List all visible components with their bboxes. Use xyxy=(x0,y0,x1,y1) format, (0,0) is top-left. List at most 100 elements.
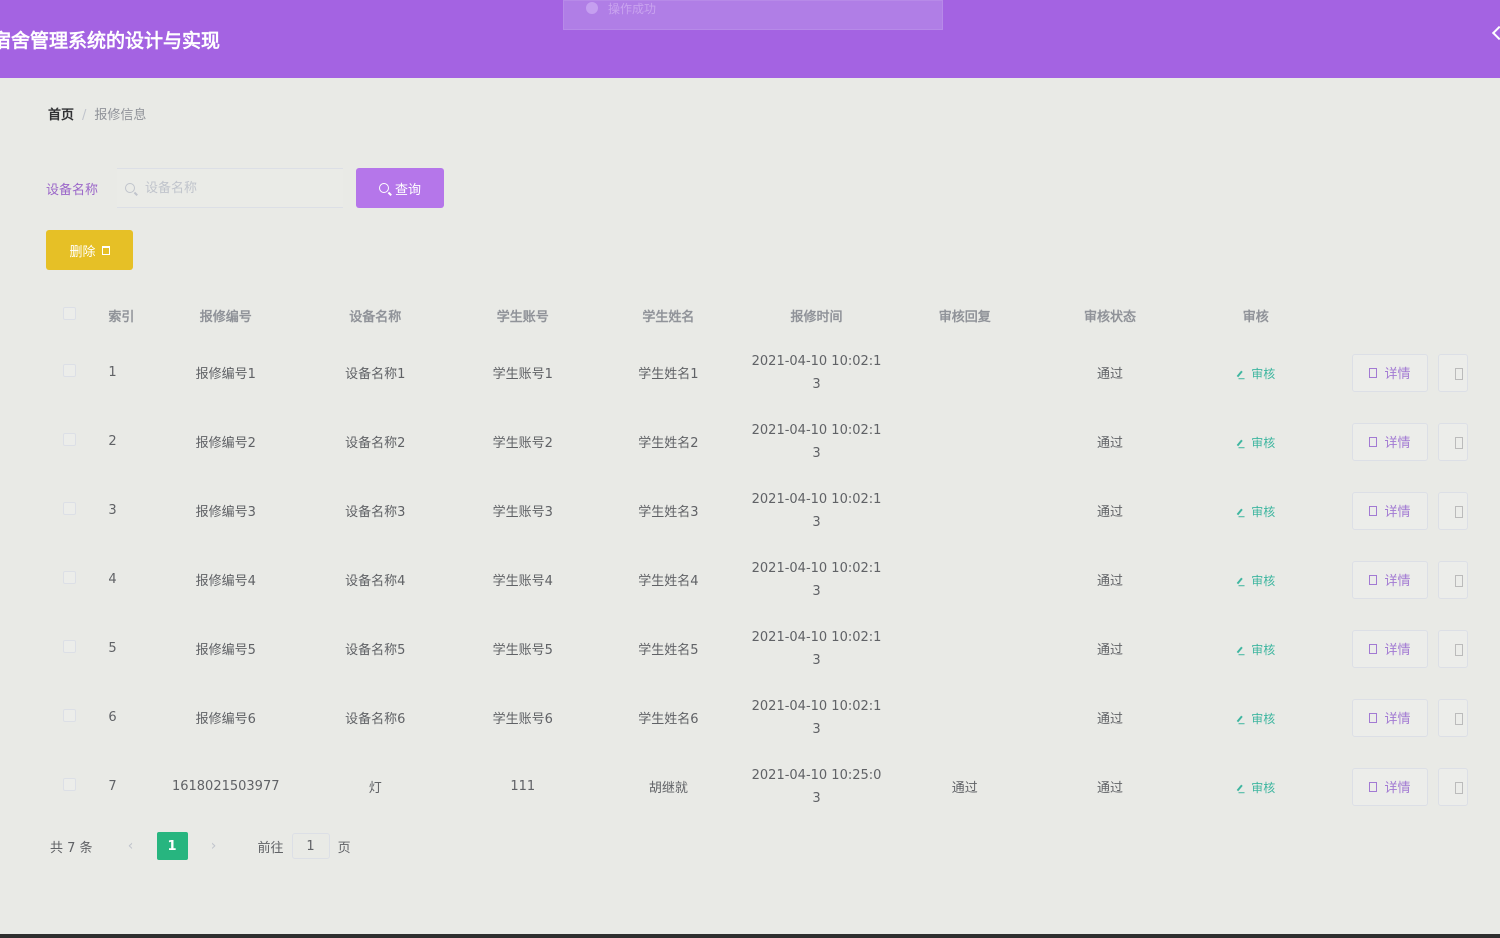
row-checkbox[interactable] xyxy=(62,640,76,653)
cell-reply xyxy=(892,614,1037,683)
breadcrumb-current: 报修信息 xyxy=(94,108,147,123)
table-row: 5 报修编号5 设备名称5 学生账号5 学生姓名5 2021-04-10 10:… xyxy=(46,614,1500,683)
row-checkbox-cell[interactable] xyxy=(46,683,92,752)
cell-device: 设备名称6 xyxy=(345,712,406,727)
pagination-total: 共 7 条 xyxy=(50,840,93,856)
more-action-button[interactable] xyxy=(1437,422,1468,461)
cell-name: 学生姓名1 xyxy=(638,367,699,382)
detail-button-label: 详情 xyxy=(1384,367,1411,382)
detail-button[interactable]: 详情 xyxy=(1351,422,1428,461)
audit-link[interactable]: 审核 xyxy=(1236,779,1275,796)
row-checkbox-cell[interactable] xyxy=(46,752,92,821)
document-icon xyxy=(1368,643,1377,654)
header-arrow-icon[interactable] xyxy=(1491,25,1500,41)
column-header-time: 报修时间 xyxy=(790,309,843,325)
cell-repair-no: 报修编号6 xyxy=(195,712,256,727)
detail-button[interactable]: 详情 xyxy=(1351,491,1428,530)
detail-button[interactable]: 详情 xyxy=(1351,353,1428,392)
search-label: 设备名称 xyxy=(46,183,99,198)
cell-reply xyxy=(892,683,1037,752)
document-icon xyxy=(1368,367,1377,378)
cell-audit: 审核 xyxy=(1183,407,1329,476)
row-checkbox[interactable] xyxy=(62,364,76,377)
cell-name: 学生姓名5 xyxy=(638,643,699,658)
cell-device: 设备名称3 xyxy=(345,505,406,520)
column-header-index: 索引 xyxy=(108,309,135,325)
audit-link-label: 审核 xyxy=(1251,711,1276,726)
cell-repair-no: 报修编号1 xyxy=(195,367,256,382)
cell-detail: 详情 xyxy=(1329,407,1428,476)
prev-page-icon[interactable]: ‹ xyxy=(117,838,145,854)
cell-reply xyxy=(892,407,1037,476)
cell-more xyxy=(1428,407,1500,476)
cell-index: 3 xyxy=(108,503,117,518)
audit-link-label: 审核 xyxy=(1251,780,1276,795)
audit-link[interactable]: 审核 xyxy=(1236,365,1275,382)
table-row: 3 报修编号3 设备名称3 学生账号3 学生姓名3 2021-04-10 10:… xyxy=(46,476,1500,545)
row-checkbox[interactable] xyxy=(62,433,76,446)
detail-button-label: 详情 xyxy=(1384,574,1411,589)
cell-repair-no: 报修编号3 xyxy=(195,505,256,520)
goto-page-input[interactable]: 1 xyxy=(291,833,330,859)
page-number-active[interactable]: 1 xyxy=(156,832,188,860)
query-button-label: 查询 xyxy=(394,182,421,198)
detail-button[interactable]: 详情 xyxy=(1351,698,1428,737)
row-checkbox-cell[interactable] xyxy=(46,338,92,407)
row-checkbox-cell[interactable] xyxy=(46,614,92,683)
audit-link-label: 审核 xyxy=(1251,435,1276,450)
delete-button[interactable]: 删除 xyxy=(46,230,133,270)
document-icon xyxy=(1368,781,1377,792)
row-checkbox-cell[interactable] xyxy=(46,476,92,545)
cell-time: 2021-04-10 10:25:03 xyxy=(741,752,892,821)
audit-link[interactable]: 审核 xyxy=(1236,503,1275,520)
row-checkbox[interactable] xyxy=(62,778,76,791)
device-name-input[interactable] xyxy=(143,179,327,197)
detail-button[interactable]: 详情 xyxy=(1351,767,1428,806)
audit-link[interactable]: 审核 xyxy=(1236,572,1275,589)
cell-time: 2021-04-10 10:02:13 xyxy=(741,614,892,683)
cell-audit: 审核 xyxy=(1183,752,1329,821)
edit-icon xyxy=(1236,370,1243,377)
more-action-button[interactable] xyxy=(1437,698,1468,737)
query-button[interactable]: 查询 xyxy=(356,168,444,208)
column-header-repair-no: 报修编号 xyxy=(199,309,252,325)
audit-link[interactable]: 审核 xyxy=(1236,434,1275,451)
success-toast: 操作成功 xyxy=(563,0,943,30)
cell-index: 6 xyxy=(108,710,117,725)
more-action-button[interactable] xyxy=(1437,560,1468,599)
row-checkbox[interactable] xyxy=(62,709,76,722)
cell-index: 7 xyxy=(108,779,117,794)
row-checkbox[interactable] xyxy=(62,571,76,584)
cell-detail: 详情 xyxy=(1329,545,1428,614)
audit-link[interactable]: 审核 xyxy=(1236,710,1275,727)
more-action-button[interactable] xyxy=(1437,353,1468,392)
goto-label: 前往 xyxy=(257,840,284,856)
row-checkbox[interactable] xyxy=(62,502,76,515)
cell-account: 学生账号4 xyxy=(492,574,553,589)
select-all-checkbox[interactable] xyxy=(62,306,76,320)
audit-link[interactable]: 审核 xyxy=(1236,641,1275,658)
row-checkbox-cell[interactable] xyxy=(46,407,92,476)
row-checkbox-cell[interactable] xyxy=(46,545,92,614)
repair-time: 2021-04-10 10:02:13 xyxy=(751,629,882,668)
cell-status: 通过 xyxy=(1097,643,1124,658)
more-action-button[interactable] xyxy=(1437,629,1468,668)
edit-icon xyxy=(1236,715,1243,722)
column-header-account: 学生账号 xyxy=(496,309,549,325)
more-action-button[interactable] xyxy=(1437,767,1468,806)
select-all-checkbox-cell[interactable] xyxy=(46,292,92,338)
cell-device: 灯 xyxy=(368,781,382,796)
cell-more xyxy=(1428,614,1500,683)
search-box[interactable] xyxy=(117,168,343,208)
detail-button[interactable]: 详情 xyxy=(1351,629,1428,668)
cell-audit: 审核 xyxy=(1183,338,1329,407)
cell-time: 2021-04-10 10:02:13 xyxy=(741,476,892,545)
cell-reply xyxy=(892,338,1037,407)
detail-button[interactable]: 详情 xyxy=(1351,560,1428,599)
detail-button-label: 详情 xyxy=(1384,505,1411,520)
breadcrumb-home[interactable]: 首页 xyxy=(48,108,74,123)
more-action-button[interactable] xyxy=(1437,491,1468,530)
cell-account: 学生账号5 xyxy=(492,643,553,658)
next-page-icon[interactable]: › xyxy=(200,838,228,854)
table-row: 1 报修编号1 设备名称1 学生账号1 学生姓名1 2021-04-10 10:… xyxy=(46,338,1500,407)
